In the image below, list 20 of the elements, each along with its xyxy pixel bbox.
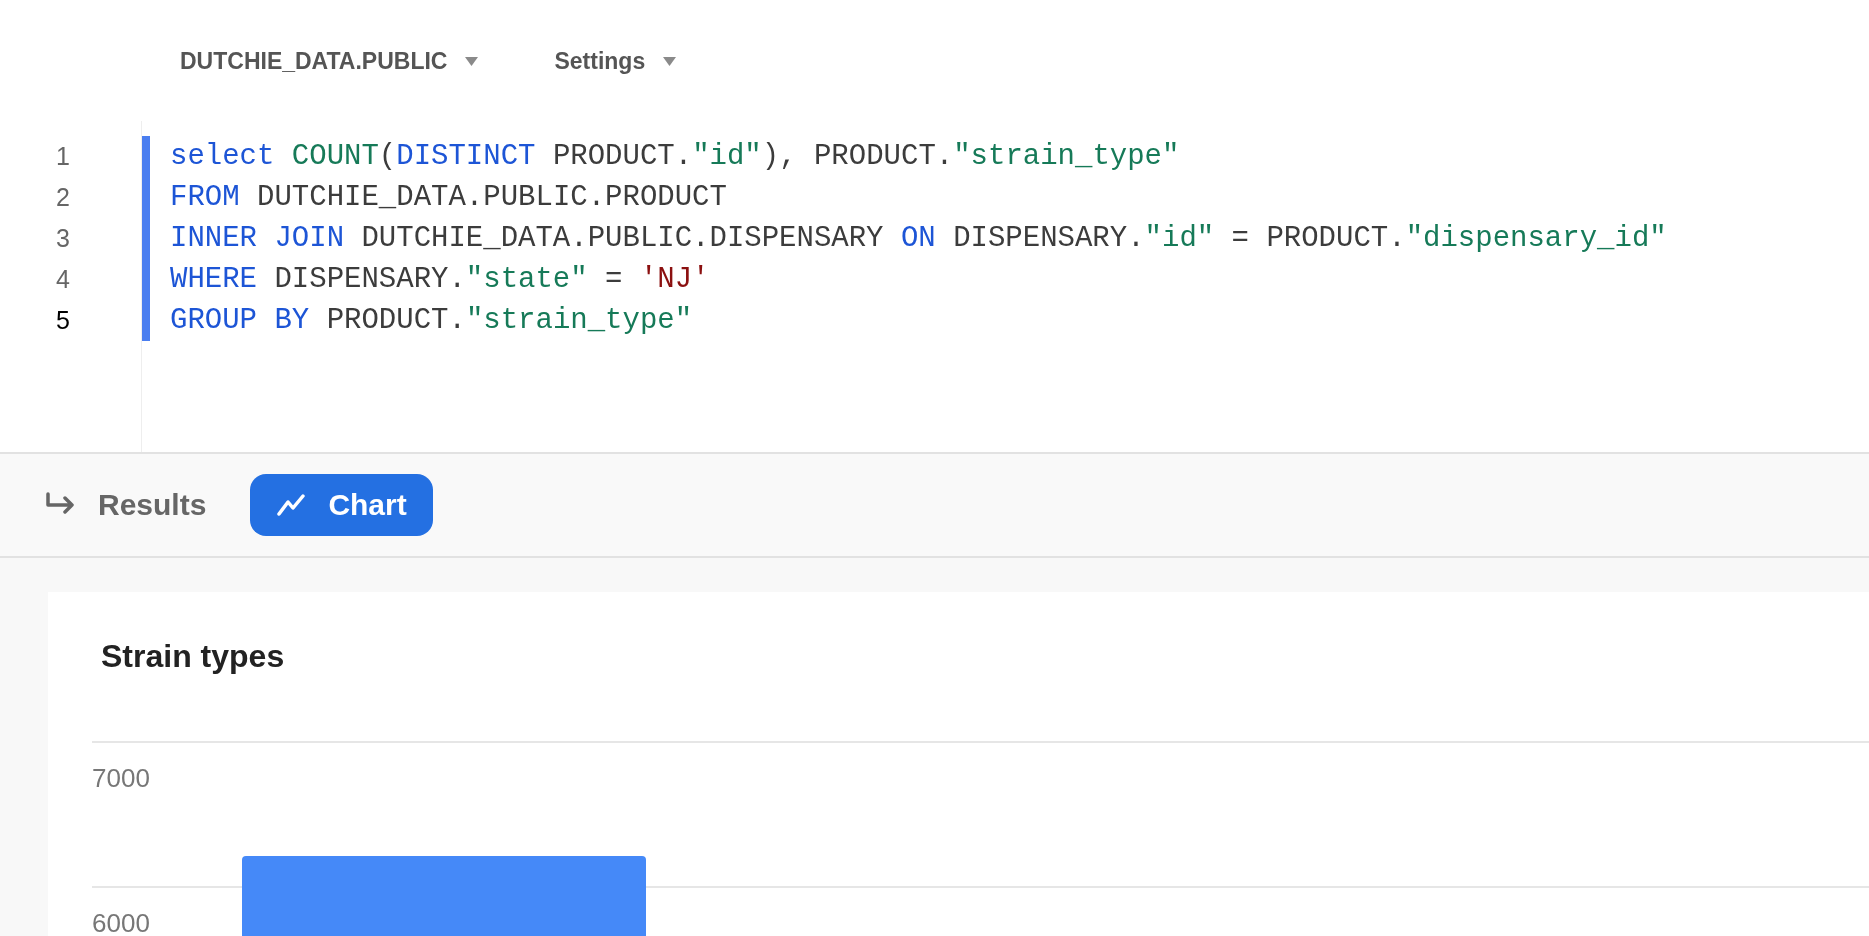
line-number: 4	[56, 265, 70, 294]
line-number: 3	[56, 224, 70, 253]
code-line: select COUNT(DISTINCT PRODUCT."id"), PRODUCT."strain_type"	[170, 140, 1180, 174]
line-number: 1	[56, 142, 70, 171]
code-line: INNER JOIN DUTCHIE_DATA.PUBLIC.DISPENSARY ON DISPENSARY."id" = PRODUCT."dispensary_id"	[170, 222, 1667, 256]
code-line: FROM DUTCHIE_DATA.PUBLIC.PRODUCT	[170, 181, 727, 215]
caret-icon	[465, 56, 479, 66]
axis-tick-label: 7000	[92, 763, 150, 793]
caret-icon	[663, 56, 677, 66]
code-line: GROUP BY PRODUCT."strain_type"	[170, 304, 693, 338]
dropdown-button[interactable]: Settings	[554, 44, 677, 79]
line-number: 2	[56, 183, 70, 212]
code-line: WHERE DISPENSARY."state" = 'NJ'	[170, 263, 710, 297]
line-number: 5	[56, 306, 70, 335]
line-chart-icon	[276, 492, 307, 517]
axis-tick-label: 6000	[92, 908, 150, 936]
dropdown-button[interactable]: DUTCHIE_DATA.PUBLIC	[180, 44, 479, 79]
view-tab[interactable]: Results	[44, 473, 207, 536]
chart-title: Strain types	[101, 637, 285, 676]
view-tab[interactable]: Chart	[250, 473, 433, 536]
